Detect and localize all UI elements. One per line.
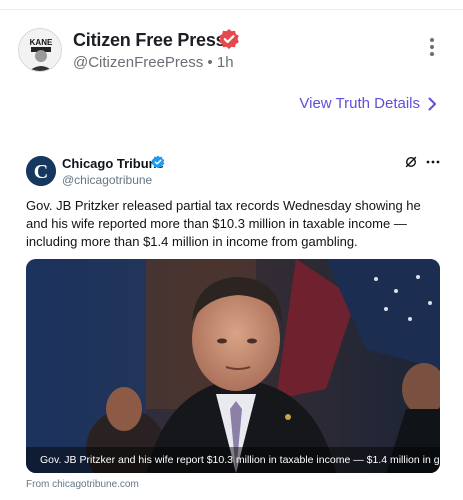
chevron-right-icon	[428, 97, 436, 110]
embedded-tweet[interactable]: C Chicago Tribune @chicagotribune Gov. J…	[16, 145, 456, 500]
avatar[interactable]: KANE	[18, 28, 62, 72]
grok-icon[interactable]	[405, 156, 417, 168]
view-details-label: View Truth Details	[299, 95, 420, 112]
tweet-author-name[interactable]: Chicago Tribune	[62, 156, 164, 171]
top-divider	[0, 0, 463, 10]
view-details-link[interactable]: View Truth Details	[299, 95, 437, 112]
post-header: KANE Citizen Free Press @CitizenFreePres…	[18, 26, 448, 74]
avatar-image: KANE	[19, 29, 61, 71]
verified-badge-icon	[219, 29, 239, 49]
tweet-verified-icon	[151, 155, 165, 169]
media-caption: Gov. JB Pritzker and his wife report $10…	[26, 447, 440, 473]
tweet-actions	[405, 156, 440, 168]
tweet-author-handle: @chicagotribune	[62, 173, 153, 187]
pritzker-photo	[26, 259, 440, 473]
avatar-text: KANE	[30, 38, 53, 47]
link-source[interactable]: From chicagotribune.com	[26, 479, 139, 490]
more-vertical-icon[interactable]	[422, 38, 442, 62]
author-name[interactable]: Citizen Free Press	[73, 30, 226, 51]
tribune-logo-letter: C	[34, 161, 48, 183]
tweet-media[interactable]: Gov. JB Pritzker and his wife report $10…	[26, 259, 440, 473]
author-handle: @CitizenFreePress • 1h	[73, 54, 234, 71]
more-horizontal-icon[interactable]	[426, 160, 440, 164]
tweet-text: Gov. JB Pritzker released partial tax re…	[26, 198, 421, 249]
tribune-logo[interactable]: C	[26, 156, 56, 186]
